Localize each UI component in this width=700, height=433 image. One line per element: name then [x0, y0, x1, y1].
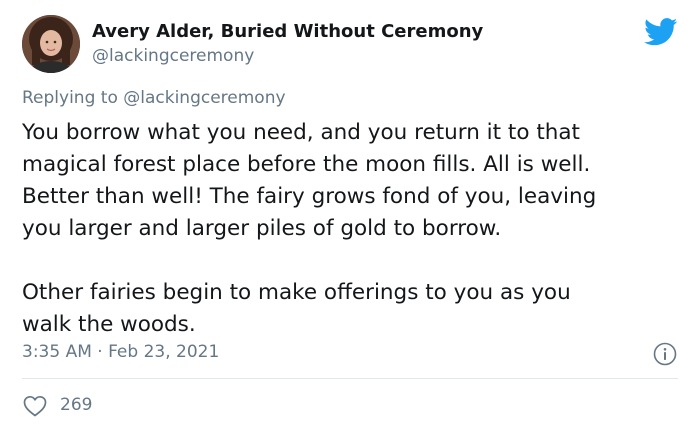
- replying-to: Replying to @lackingceremony: [22, 88, 286, 108]
- avatar[interactable]: [22, 15, 80, 73]
- heart-outline-icon[interactable]: [22, 394, 48, 418]
- twitter-bird-icon[interactable]: [644, 18, 678, 46]
- tweet-line: You borrow what you need, and you return…: [22, 120, 580, 145]
- tweet-line: walk the woods.: [22, 312, 196, 337]
- tweet-text: You borrow what you need, and you return…: [22, 117, 682, 341]
- author-display-name[interactable]: Avery Alder, Buried Without Ceremony: [92, 21, 483, 42]
- author-handle[interactable]: @lackingceremony: [92, 46, 254, 66]
- tweet-line: you larger and larger piles of gold to b…: [22, 216, 502, 241]
- tweet-line: magical forest place before the moon fil…: [22, 152, 591, 177]
- replying-to-prefix: Replying to: [22, 88, 118, 108]
- reply-mention-link[interactable]: @lackingceremony: [123, 88, 285, 108]
- divider: [22, 378, 678, 379]
- tweet-timestamp[interactable]: 3:35 AM · Feb 23, 2021: [22, 342, 219, 362]
- tweet-line: Other fairies begin to make offerings to…: [22, 280, 571, 305]
- like-count: 269: [60, 395, 93, 415]
- info-icon[interactable]: [652, 341, 678, 367]
- tweet-line: Better than well! The fairy grows fond o…: [22, 184, 597, 209]
